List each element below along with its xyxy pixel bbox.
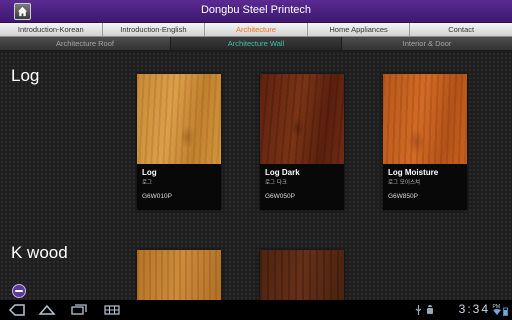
back-icon [8,304,25,316]
wood-swatch [137,74,221,164]
product-info: Log Moisture 로그 모이스쳐 G6W850P [383,164,467,210]
wood-swatch [137,250,221,300]
product-code: G6W850P [388,193,418,200]
tab-interior-door[interactable]: Interior & Door [342,37,512,50]
wood-swatch [260,250,344,300]
tab-introduction-english[interactable]: Introduction-English [103,23,206,36]
wood-swatch [260,74,344,164]
home-nav-icon [38,304,56,315]
recent-apps-button[interactable] [70,303,88,317]
product-name: Log Dark [265,168,300,177]
product-name: Log Moisture [388,168,439,177]
app-title: Dongbu Steel Printech [200,4,312,16]
product-name: Log [142,168,157,177]
product-code: G6W010P [142,193,172,200]
android-debug-icon [427,305,433,314]
recent-apps-icon [71,304,87,315]
title-bar: Dongbu Steel Printech [0,0,512,23]
product-name-korean: 로그 [142,180,153,186]
menu-button[interactable] [104,303,120,317]
product-card-log-moisture[interactable]: Log Moisture 로그 모이스쳐 G6W850P [383,74,467,210]
battery-icon [503,307,508,316]
floating-action-button[interactable] [12,284,26,298]
system-navigation-bar: 3:34 PM [0,300,512,320]
section-title-k-wood: K wood [11,243,68,262]
wifi-icon [493,309,501,315]
usb-notification[interactable] [414,303,423,317]
tab-contact[interactable]: Contact [410,23,512,36]
menu-icon [104,305,120,315]
debug-notification[interactable] [425,303,435,317]
tab-architecture[interactable]: Architecture [205,23,308,36]
product-card-k-wood-2[interactable] [260,250,344,300]
wifi-indicator [493,305,501,319]
product-name-korean: 로그 다크 [265,180,287,186]
tab-introduction-korean[interactable]: Introduction-Korean [0,23,103,36]
product-info: Log Dark 로그 다크 G6W050P [260,164,344,210]
wood-swatch [383,74,467,164]
tab-architecture-wall[interactable]: Architecture Wall [171,37,342,50]
product-code: G6W050P [265,193,295,200]
section-title-log: Log [11,66,40,85]
status-clock[interactable]: 3:34 [459,302,490,316]
usb-icon [415,305,422,315]
primary-menu: Introduction-Korean Introduction-English… [0,23,512,37]
secondary-menu: Architecture Roof Architecture Wall Inte… [0,37,512,51]
product-card-log[interactable]: Log 로그 G6W010P [137,74,221,210]
product-card-k-wood-1[interactable] [137,250,221,300]
product-card-log-dark[interactable]: Log Dark 로그 다크 G6W050P [260,74,344,210]
fab-icon [15,290,23,292]
back-button[interactable] [8,303,26,317]
battery-indicator [503,304,508,318]
product-info: Log 로그 G6W010P [137,164,221,210]
tab-home-appliances[interactable]: Home Appliances [308,23,411,36]
home-nav-button[interactable] [38,303,56,317]
tab-architecture-roof[interactable]: Architecture Roof [0,37,171,50]
product-name-korean: 로그 모이스쳐 [388,180,421,186]
